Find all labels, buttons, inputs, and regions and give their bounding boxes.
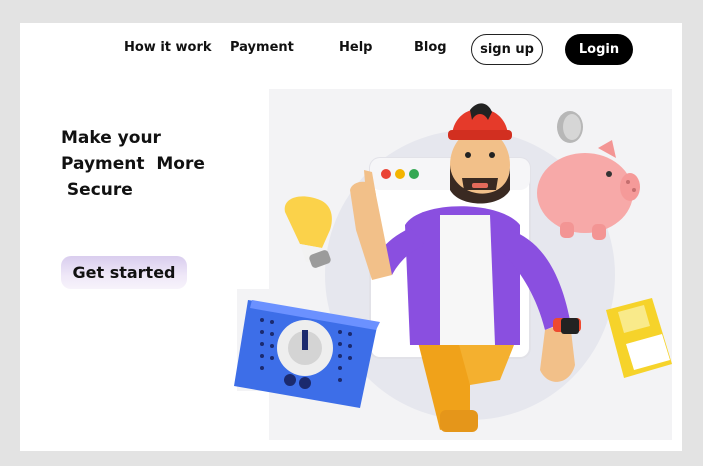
hero-illustration [234,103,672,432]
lightbulb-icon [284,196,332,268]
floppy-disk-icon [606,298,672,378]
coin-icon [557,111,583,143]
